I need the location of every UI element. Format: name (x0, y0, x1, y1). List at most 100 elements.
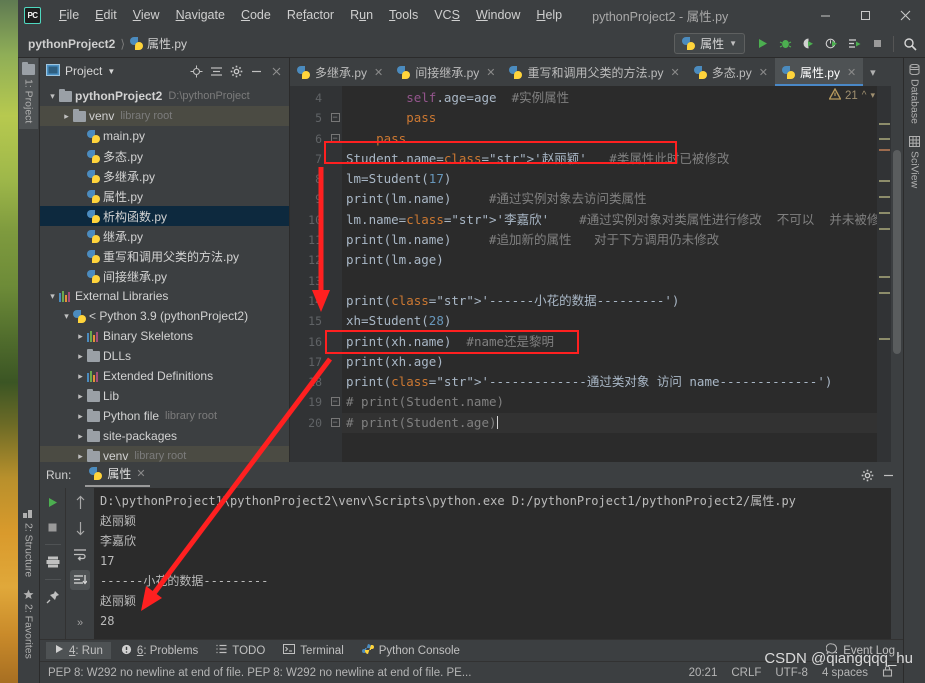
menu-view[interactable]: View (125, 5, 168, 25)
settings-gear-icon[interactable] (227, 62, 245, 80)
menu-file[interactable]: File (51, 5, 87, 25)
chevron-right-icon[interactable]: ▸ (74, 451, 87, 462)
fold-toggle-icon[interactable]: − (328, 392, 342, 412)
tree-item[interactable]: 多继承.py (40, 166, 289, 186)
menu-refactor[interactable]: Refactor (279, 5, 342, 25)
tree-item[interactable]: ▸DLLs (40, 346, 289, 366)
more-icon[interactable]: » (70, 613, 90, 633)
bottom-tab-python-console[interactable]: Python Console (354, 641, 468, 660)
hide-icon[interactable] (879, 466, 897, 484)
editor-tab[interactable]: 属性.py✕ (775, 58, 863, 86)
editor-tab[interactable]: 间接继承.py✕ (390, 58, 502, 86)
editor-tab[interactable]: 重写和调用父类的方法.py✕ (502, 58, 686, 86)
code-line[interactable]: Student.name=class="str">'赵丽颖' #类属性此时已被修… (342, 149, 877, 169)
indent-setting[interactable]: 4 spaces (822, 667, 868, 679)
code-line[interactable]: # print(Student.age) (342, 413, 877, 433)
file-encoding[interactable]: UTF-8 (775, 667, 808, 679)
tree-item[interactable]: ▸venvlibrary root (40, 446, 289, 462)
search-everywhere-icon[interactable] (898, 32, 921, 55)
editor-inspection-widget[interactable]: 21 ^ ▾ (829, 88, 875, 103)
breadcrumb-file[interactable]: 属性.py (147, 35, 187, 52)
run-console-output[interactable]: D:\pythonProject1\pythonProject2\venv\Sc… (94, 488, 891, 639)
chevron-right-icon[interactable]: ▸ (60, 111, 73, 122)
tree-item[interactable]: ▸site-packages (40, 426, 289, 446)
fold-toggle-icon[interactable]: − (328, 108, 342, 128)
code-line[interactable] (342, 271, 877, 291)
code-line[interactable]: pass (342, 108, 877, 128)
code-line[interactable]: pass (342, 129, 877, 149)
chevron-right-icon[interactable]: ▸ (74, 431, 87, 442)
chevron-down-icon[interactable]: ▾ (60, 311, 73, 322)
menu-window[interactable]: Window (468, 5, 528, 25)
tree-item[interactable]: ▸venvlibrary root (40, 106, 289, 126)
sidebar-item-sciview[interactable]: SciView (906, 130, 924, 194)
soft-wrap-icon[interactable] (70, 544, 90, 564)
maximize-icon[interactable] (845, 0, 885, 30)
chevron-down-icon[interactable]: ▾ (46, 291, 59, 302)
code-line[interactable]: xh=Student(28) (342, 311, 877, 331)
menu-run[interactable]: Run (342, 5, 381, 25)
print-icon[interactable] (43, 552, 63, 572)
tree-item[interactable]: ▾pythonProject2D:\pythonProject (40, 86, 289, 106)
code-line[interactable]: print(lm.age) (342, 250, 877, 270)
chevron-right-icon[interactable]: ▸ (74, 411, 87, 422)
fold-toggle-icon[interactable]: − (328, 413, 342, 433)
scroll-up-icon[interactable] (70, 492, 90, 512)
close-icon[interactable]: ✕ (670, 66, 679, 79)
close-icon[interactable]: ✕ (759, 66, 768, 79)
close-icon[interactable] (267, 62, 285, 80)
menu-tools[interactable]: Tools (381, 5, 426, 25)
debug-icon[interactable] (774, 32, 797, 55)
chevron-down-icon[interactable]: ▾ (870, 90, 875, 101)
sidebar-item-structure[interactable]: 2: Structure (20, 502, 38, 583)
code-line[interactable]: print(class="str">'------小花的数据---------'… (342, 291, 877, 311)
collapse-all-icon[interactable] (207, 62, 225, 80)
tree-item[interactable]: 重写和调用父类的方法.py (40, 246, 289, 266)
chevron-down-icon[interactable]: ▾ (46, 91, 59, 102)
bottom-tab-todo[interactable]: TODO (208, 642, 273, 659)
tree-item[interactable]: 析构函数.py (40, 206, 289, 226)
code-line[interactable]: print(lm.name) #通过实例对象去访问类属性 (342, 189, 877, 209)
editor-tab-bar[interactable]: 多继承.py✕间接继承.py✕重写和调用父类的方法.py✕多态.py✕属性.py… (290, 58, 903, 86)
menu-code[interactable]: Code (233, 5, 279, 25)
scroll-down-icon[interactable] (70, 518, 90, 538)
console-vertical-scrollbar[interactable] (891, 488, 903, 639)
run-with-console-icon[interactable] (843, 32, 866, 55)
code-line[interactable]: print(lm.name) #追加新的属性 对于下方调用仍未修改 (342, 230, 877, 250)
stop-icon[interactable] (43, 517, 63, 537)
editor-tab[interactable]: 多态.py✕ (687, 58, 775, 86)
fold-toggle-icon[interactable]: − (328, 129, 342, 149)
hide-icon[interactable] (247, 62, 265, 80)
chevron-right-icon[interactable]: ▸ (74, 331, 87, 342)
editor-code-content[interactable]: self.age=age #实例属性 pass passStudent.name… (342, 86, 877, 462)
close-icon[interactable]: ✕ (374, 66, 383, 79)
tree-item[interactable]: 属性.py (40, 186, 289, 206)
code-line[interactable]: lm.name=class="str">'李嘉欣' #通过实例对象对类属性进行修… (342, 210, 877, 230)
tree-item[interactable]: ▸Python filelibrary root (40, 406, 289, 426)
editor-marker-bar[interactable] (877, 86, 891, 462)
tree-item[interactable]: 多态.py (40, 146, 289, 166)
editor-tab[interactable]: 多继承.py✕ (290, 58, 390, 86)
editor-vertical-scrollbar[interactable] (891, 86, 903, 462)
profile-icon[interactable] (820, 32, 843, 55)
run-icon[interactable] (751, 32, 774, 55)
tree-item[interactable]: ▸Lib (40, 386, 289, 406)
line-separator[interactable]: CRLF (731, 667, 761, 679)
pin-icon[interactable] (43, 587, 63, 607)
close-icon[interactable]: ✕ (486, 66, 495, 79)
tree-item[interactable]: ▾< Python 3.9 (pythonProject2) (40, 306, 289, 326)
tree-item[interactable]: 继承.py (40, 226, 289, 246)
project-panel-title[interactable]: Project ▼ (46, 64, 115, 79)
code-line[interactable]: print(class="str">'-------------通过类对象 访问… (342, 372, 877, 392)
code-line[interactable]: print(xh.name) #name还是黎明 (342, 332, 877, 352)
chevron-right-icon[interactable]: ▸ (74, 371, 87, 382)
sidebar-item-favorites[interactable]: 2: Favorites (20, 583, 38, 665)
code-line[interactable]: lm=Student(17) (342, 169, 877, 189)
tree-item[interactable]: ▸Binary Skeletons (40, 326, 289, 346)
project-tree[interactable]: ▾pythonProject2D:\pythonProject▸venvlibr… (40, 84, 289, 462)
event-log-area[interactable]: Event Log (826, 643, 903, 658)
run-tab-attribute[interactable]: 属性 ✕ (85, 463, 149, 487)
bottom-tab-terminal[interactable]: Terminal (275, 642, 351, 659)
editor-fold-column[interactable]: −−−− (328, 86, 342, 462)
sidebar-item-project[interactable]: 1: Project (19, 58, 38, 129)
